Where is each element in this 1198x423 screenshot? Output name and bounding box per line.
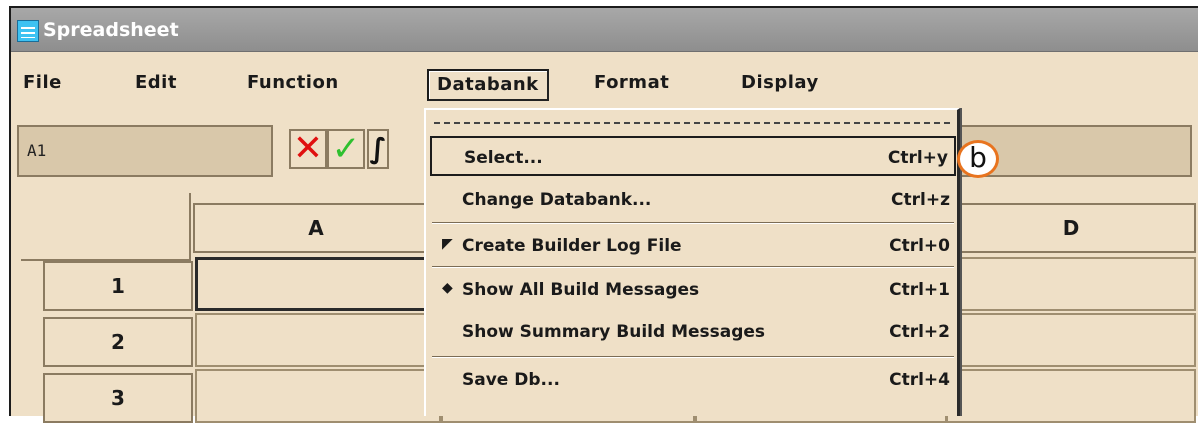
menu-display[interactable]: Display: [741, 72, 819, 93]
shortcut-label: Ctrl+z: [891, 190, 950, 210]
x-icon[interactable]: ✕: [289, 129, 327, 169]
cell-a1[interactable]: [195, 257, 441, 311]
title-bar[interactable]: Spreadsheet: [11, 8, 1198, 52]
cell-a2[interactable]: [195, 313, 441, 367]
shortcut-label: Ctrl+1: [889, 280, 950, 300]
cell-d2[interactable]: [946, 313, 1196, 367]
menu-item-label: Change Databank...: [462, 190, 652, 210]
menu-item-label: Save Db...: [462, 370, 560, 390]
menu-item-show-all-build-messages[interactable]: ◆ Show All Build Messages Ctrl+1: [430, 270, 956, 310]
cell-d3[interactable]: [946, 369, 1196, 423]
menu-format[interactable]: Format: [594, 72, 669, 93]
cell-a3[interactable]: [195, 369, 441, 423]
window-title: Spreadsheet: [43, 19, 179, 41]
grid-corner: [21, 193, 191, 261]
integral-icon[interactable]: ∫: [367, 129, 389, 169]
menu-item-label: Show All Build Messages: [462, 280, 700, 300]
menu-item-show-summary-build-messages[interactable]: Show Summary Build Messages Ctrl+2: [430, 312, 956, 352]
row-header-1[interactable]: 1: [43, 261, 193, 311]
menu-item-change-databank[interactable]: Change Databank... Ctrl+z: [430, 180, 956, 220]
menu-edit[interactable]: Edit: [135, 72, 177, 93]
menu-item-create-builder-log[interactable]: ◤ Create Builder Log File Ctrl+0: [430, 226, 956, 266]
check-icon[interactable]: ✓: [327, 129, 365, 169]
menu-item-label: Show Summary Build Messages: [462, 322, 766, 342]
radio-indicator-icon: ◆: [442, 280, 453, 296]
menu-databank[interactable]: Databank: [427, 69, 549, 101]
shortcut-label: Ctrl+y: [887, 148, 948, 168]
menu-file[interactable]: File: [23, 72, 62, 93]
menu-item-select[interactable]: Select... Ctrl+y: [430, 136, 956, 176]
cell-d1[interactable]: [946, 257, 1196, 311]
menu-item-label: Create Builder Log File: [462, 236, 682, 256]
tear-off-line[interactable]: [434, 122, 950, 124]
column-header-a[interactable]: A: [193, 203, 439, 253]
menu-item-save-db[interactable]: Save Db... Ctrl+4: [430, 360, 956, 400]
cell-reference-field[interactable]: A1: [17, 125, 273, 177]
row-header-2[interactable]: 2: [43, 317, 193, 367]
menu-item-label: Select...: [464, 148, 543, 168]
menu-separator: [432, 266, 954, 268]
checkbox-indicator-icon: ◤: [442, 236, 453, 252]
menu-bar: File Edit Function Databank Format Displ…: [11, 52, 1198, 115]
menu-function[interactable]: Function: [247, 72, 339, 93]
databank-dropdown-menu: Select... Ctrl+y Change Databank... Ctrl…: [424, 108, 960, 416]
spreadsheet-icon: [17, 20, 39, 42]
column-header-d[interactable]: D: [946, 203, 1196, 253]
menu-separator: [432, 356, 954, 358]
callout-marker: b: [957, 140, 999, 178]
menu-separator: [432, 222, 954, 224]
shortcut-label: Ctrl+0: [889, 236, 950, 256]
shortcut-label: Ctrl+2: [889, 322, 950, 342]
shortcut-label: Ctrl+4: [889, 370, 950, 390]
